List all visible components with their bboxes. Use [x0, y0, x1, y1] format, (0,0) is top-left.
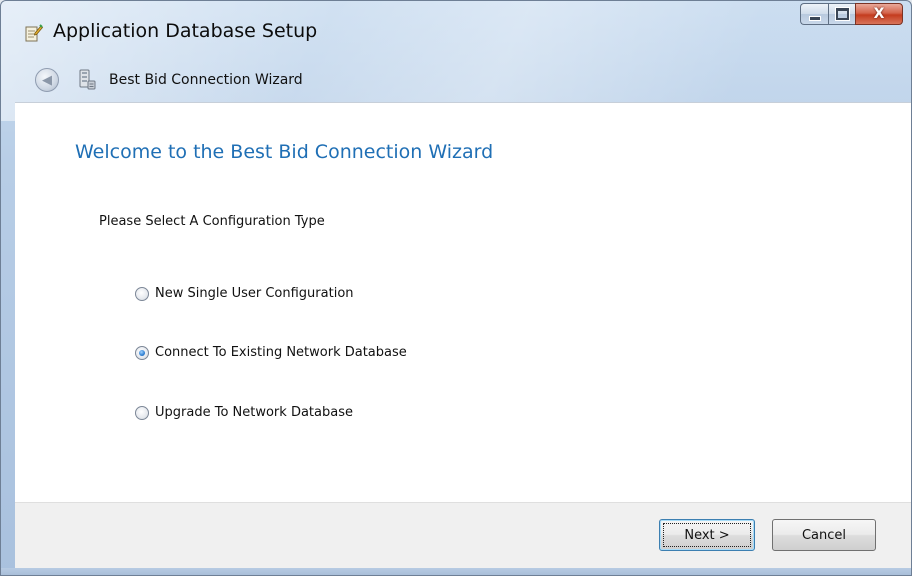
wizard-footer: Next > Cancel: [15, 502, 911, 569]
option-upgrade-network[interactable]: Upgrade To Network Database: [135, 405, 353, 420]
back-arrow-icon: ◀: [42, 72, 52, 88]
cancel-button-label: Cancel: [801, 527, 847, 543]
cancel-button[interactable]: Cancel: [772, 519, 876, 551]
radio-button-selected[interactable]: [135, 345, 149, 360]
maximize-button[interactable]: [828, 3, 855, 25]
wizard-content: Welcome to the Best Bid Connection Wizar…: [15, 102, 911, 503]
radio-button[interactable]: [135, 286, 149, 301]
setup-app-icon: [25, 24, 44, 42]
window-title: Application Database Setup: [53, 20, 318, 42]
option-new-single-user[interactable]: New Single User Configuration: [135, 286, 354, 301]
radio-label[interactable]: New Single User Configuration: [155, 286, 354, 301]
focus-ring: [663, 523, 751, 547]
back-button[interactable]: ◀: [35, 68, 59, 92]
setup-window: Application Database Setup X ◀ Best Bid …: [0, 0, 912, 576]
radio-button[interactable]: [135, 405, 149, 420]
minimize-icon: [808, 15, 821, 21]
radio-label[interactable]: Connect To Existing Network Database: [155, 345, 407, 360]
next-button[interactable]: Next >: [659, 519, 755, 551]
wizard-title: Best Bid Connection Wizard: [109, 72, 303, 88]
close-icon: X: [873, 6, 885, 22]
configuration-prompt: Please Select A Configuration Type: [99, 214, 325, 229]
radio-label[interactable]: Upgrade To Network Database: [155, 405, 353, 420]
close-button[interactable]: X: [855, 3, 903, 25]
minimize-button[interactable]: [800, 3, 828, 25]
maximize-icon: [835, 8, 849, 20]
option-connect-existing-network[interactable]: Connect To Existing Network Database: [135, 345, 407, 360]
radio-selected-dot: [139, 349, 145, 356]
title-bar[interactable]: Application Database Setup X: [1, 1, 911, 63]
welcome-heading: Welcome to the Best Bid Connection Wizar…: [75, 141, 494, 163]
wizard-nav-bar: ◀ Best Bid Connection Wizard: [1, 63, 911, 101]
database-wizard-icon: [77, 69, 97, 91]
window-bottom-border: [1, 568, 911, 575]
caption-buttons: X: [800, 3, 903, 25]
